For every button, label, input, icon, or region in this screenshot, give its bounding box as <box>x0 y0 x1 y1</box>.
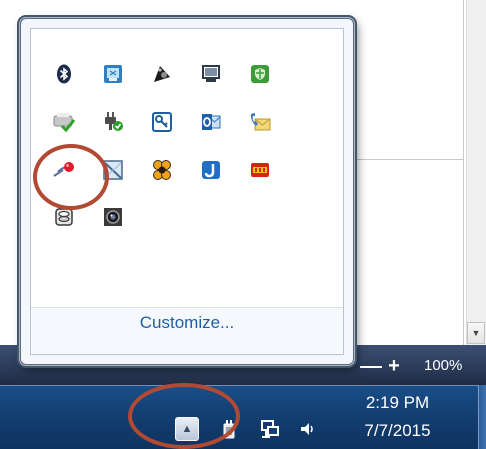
outlook-icon[interactable] <box>197 108 225 136</box>
power-plug-icon[interactable] <box>99 108 127 136</box>
key-app-icon[interactable] <box>148 108 176 136</box>
zoom-level[interactable]: 100% <box>424 356 462 376</box>
phone-call-icon[interactable] <box>246 108 274 136</box>
vertical-scrollbar[interactable] <box>466 0 486 345</box>
clock-date[interactable]: 7/7/2015 <box>345 420 450 442</box>
printer-check-icon[interactable] <box>50 108 78 136</box>
security-shield-icon[interactable] <box>246 60 274 88</box>
cc4-app-icon[interactable] <box>246 156 274 184</box>
windows-mobility-icon[interactable] <box>99 60 127 88</box>
show-desktop-button[interactable] <box>478 385 486 449</box>
taskbar-edge <box>0 385 486 386</box>
clock-time[interactable]: 2:19 PM <box>345 392 450 414</box>
scroll-down-button[interactable]: ▼ <box>467 322 485 344</box>
document-divider <box>352 159 463 160</box>
volume-icon[interactable] <box>297 418 319 440</box>
webcam-icon[interactable] <box>99 203 127 231</box>
flower-app-icon[interactable] <box>148 156 176 184</box>
customize-link[interactable]: Customize... <box>31 311 343 335</box>
highlight-circle-tray <box>128 383 240 449</box>
display-monitor-icon[interactable] <box>197 60 225 88</box>
document-page <box>352 0 464 345</box>
zoom-in-button[interactable]: + <box>386 353 402 379</box>
zoom-slider[interactable] <box>360 366 382 368</box>
highlight-circle-pushpin <box>33 144 109 210</box>
document-border <box>463 0 464 345</box>
scroll-down-arrow-icon: ▼ <box>471 328 481 338</box>
audio-manager-icon[interactable] <box>148 60 176 88</box>
hook-app-icon[interactable] <box>197 156 225 184</box>
bluetooth-icon[interactable] <box>50 60 78 88</box>
network-icon[interactable] <box>259 418 281 440</box>
